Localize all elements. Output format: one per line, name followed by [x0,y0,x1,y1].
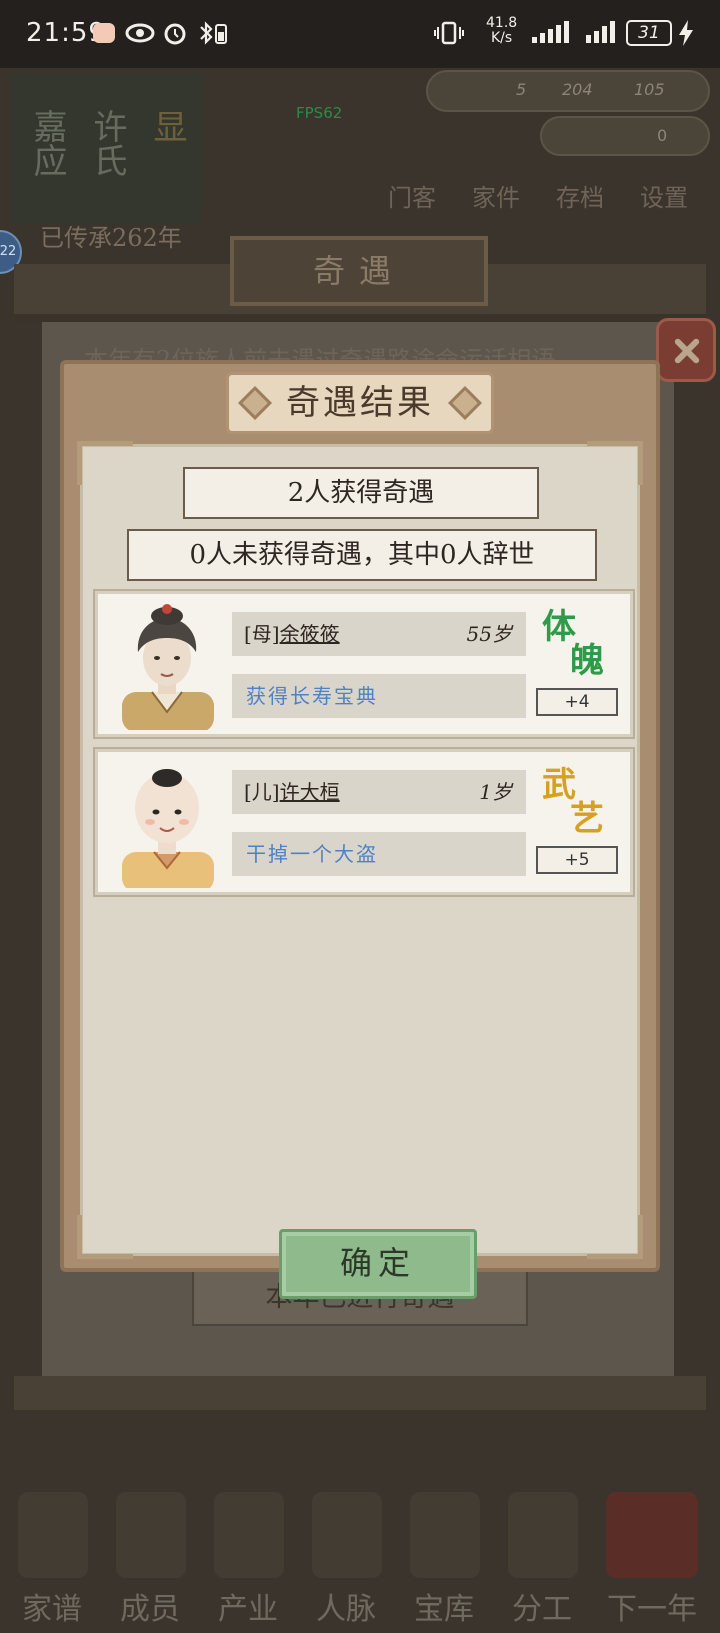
battery-level: 31 [626,20,672,46]
clan-plaque-left: 嘉应 [27,109,67,177]
corner-ornament [587,441,643,485]
member-relation: [儿] [244,780,280,804]
nav-genealogy[interactable]: 家谱 [4,1488,100,1628]
nav-save[interactable]: 存档 [556,178,604,213]
nav-network[interactable]: 人脉 [298,1488,394,1628]
bottom-nav: 家谱 成员 产业 人脉 宝库 分工 下一年 [0,1488,720,1633]
diamond-ornament [448,386,482,420]
nav-next-year[interactable]: 下一年 [592,1488,712,1628]
attribute-bonus: +5 [536,846,618,874]
mother-portrait [108,600,226,730]
member-age: 1岁 [479,780,512,804]
fps-counter: FPS62 [296,104,343,122]
encounter-base [14,1376,706,1410]
signal-icon [584,20,616,46]
resource-value: 204 [562,80,593,99]
attribute-bonus: +4 [536,688,618,716]
member-name-row[interactable]: [母]余筱筱 55岁 [232,612,526,656]
attribute-char: 武 [542,765,576,805]
chest-icon [410,1492,480,1578]
attribute-char: 艺 [570,799,604,839]
nav-property[interactable]: 产业 [200,1488,296,1628]
eye-icon [124,20,156,46]
net-speed: 41.8 K/s [486,15,518,46]
building-icon [214,1492,284,1578]
inheritance-years: 已传承262年 [40,224,182,252]
result-card: [儿]许大桓 1岁 干掉一个大盗 武 艺 +5 [95,749,633,895]
nav-items[interactable]: 家件 [472,178,520,213]
encounter-title: 奇遇 [230,236,488,306]
dialog-title-banner: 奇遇结果 [226,372,494,434]
attribute-label: 体 魄 [534,610,618,686]
resource-value: 105 [634,80,665,99]
corner-ornament [77,441,133,485]
confirm-button[interactable]: 确定 [279,1229,477,1299]
status-bar: 21:59 41.8 K/s 31 [0,0,720,68]
encounter-event: 干掉一个大盗 [232,832,526,876]
member-name[interactable]: 许大桓 [280,780,340,804]
bluetooth-battery-icon [196,20,230,46]
signal-icon [528,20,572,46]
resource-value: 5 [516,80,527,99]
nav-tasks[interactable]: 分工 [494,1488,590,1628]
dialog-title: 奇遇结果 [286,383,434,423]
vibrate-icon [434,20,464,46]
book-icon [18,1492,88,1578]
clan-plaque-right: 显 [147,109,187,143]
lantern-icon [606,1492,698,1578]
gold-bar[interactable]: 0 [540,116,710,156]
member-name[interactable]: 余筱筱 [280,622,340,646]
member-name-row[interactable]: [儿]许大桓 1岁 [232,770,526,814]
charging-icon [676,20,696,46]
person-icon [116,1492,186,1578]
encounter-result-dialog: 2人获得奇遇 0人未获得奇遇，其中0人辞世 [母]余筱筱 55岁 获得长寿宝典 … [60,360,660,1299]
clan-plaque: 嘉应 许氏 显 [12,74,202,224]
nav-retainer[interactable]: 门客 [388,178,436,213]
attribute-char: 体 [542,607,576,647]
member-age: 55岁 [466,622,512,646]
attribute-char: 魄 [570,641,604,681]
attribute-label: 武 艺 [534,768,618,844]
nav-treasury[interactable]: 宝库 [396,1488,492,1628]
clan-plaque-middle: 许氏 [87,109,127,177]
got-encounter-summary: 2人获得奇遇 [183,467,539,519]
gold-value: 0 [657,126,668,145]
diamond-ornament [238,386,272,420]
app-icon [92,20,116,46]
corner-ornament [587,1215,643,1259]
network-icon [312,1492,382,1578]
nav-settings[interactable]: 设置 [640,178,688,213]
nav-members[interactable]: 成员 [102,1488,198,1628]
alarm-icon [162,20,188,46]
corner-ornament [77,1215,133,1259]
missed-encounter-summary: 0人未获得奇遇，其中0人辞世 [127,529,597,581]
son-portrait [108,758,226,888]
dialog-body: 2人获得奇遇 0人未获得奇遇，其中0人辞世 [母]余筱筱 55岁 获得长寿宝典 … [77,441,643,1299]
scroll-icon [508,1492,578,1578]
member-relation: [母] [244,622,280,646]
close-icon[interactable] [656,318,716,382]
resource-bar: 5 204 105 [426,70,710,112]
result-card: [母]余筱筱 55岁 获得长寿宝典 体 魄 +4 [95,591,633,737]
encounter-event: 获得长寿宝典 [232,674,526,718]
